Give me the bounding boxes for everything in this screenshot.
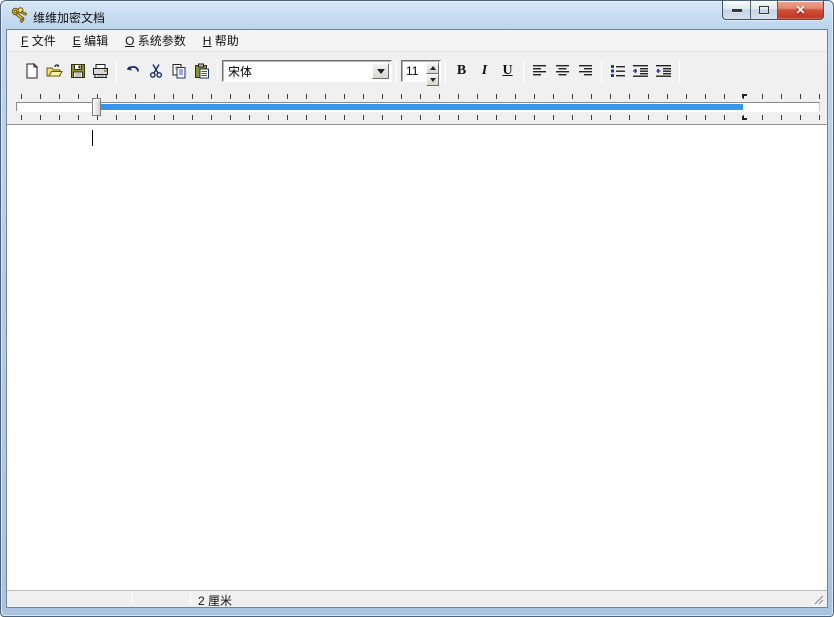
menu-bar: F 文件 E 编辑 O 系统参数 H 帮助	[7, 30, 827, 52]
right-margin-mark-top	[742, 94, 747, 98]
toolbar-separator	[523, 59, 524, 83]
app-window: 维维加密文档 ✕ F 文件 E 编辑 O 系统参数 H 帮助 宋体 11 B I…	[0, 0, 834, 617]
print-icon	[93, 64, 108, 78]
align-center-icon	[555, 65, 569, 76]
toolbar-separator	[217, 59, 218, 83]
font-family-select[interactable]: 宋体	[222, 60, 392, 82]
italic-button[interactable]: I	[473, 59, 496, 83]
italic-icon: I	[481, 63, 488, 78]
maximize-button[interactable]	[751, 1, 778, 20]
new-document-icon	[26, 63, 38, 79]
underline-button[interactable]: U	[496, 59, 519, 83]
status-panel-divider	[132, 593, 133, 605]
ruler-track	[16, 102, 820, 111]
indent-icon	[633, 65, 648, 77]
status-panel-divider	[190, 593, 191, 605]
copy-icon	[172, 64, 185, 79]
menu-system-params[interactable]: O 系统参数	[118, 30, 193, 52]
bullet-list-icon	[610, 65, 625, 77]
ruler-ticks-top	[16, 94, 820, 99]
minimize-icon	[731, 8, 742, 12]
bullet-list-button[interactable]	[606, 59, 629, 83]
print-button[interactable]	[89, 59, 112, 83]
toolbar-separator	[116, 59, 117, 83]
undo-icon	[126, 66, 139, 72]
menu-edit[interactable]: E 编辑	[66, 30, 115, 52]
menu-file[interactable]: F 文件	[14, 30, 63, 52]
indent-button[interactable]	[629, 59, 652, 83]
font-size-spinner[interactable]: 11	[401, 60, 441, 86]
title-bar[interactable]: 维维加密文档 ✕	[1, 1, 833, 29]
save-button[interactable]	[66, 59, 89, 83]
toolbar-separator	[601, 59, 602, 83]
menu-help[interactable]: H 帮助	[196, 30, 246, 52]
ruler-ticks-bottom	[16, 115, 820, 120]
outdent-icon	[656, 65, 671, 77]
align-right-icon	[578, 65, 592, 76]
align-left-icon	[532, 65, 546, 76]
keys-icon	[10, 6, 28, 24]
indent-marker-handle[interactable]	[92, 98, 101, 116]
open-file-button[interactable]	[43, 59, 66, 83]
outdent-button[interactable]	[652, 59, 675, 83]
align-right-button[interactable]	[574, 59, 597, 83]
align-center-button[interactable]	[551, 59, 574, 83]
new-document-button[interactable]	[20, 59, 43, 83]
text-caret	[92, 130, 93, 146]
client-area: F 文件 E 编辑 O 系统参数 H 帮助 宋体 11 B I U 2 厘米	[6, 29, 828, 608]
close-button[interactable]: ✕	[778, 1, 824, 20]
toolbar-separator	[679, 59, 680, 83]
window-title: 维维加密文档	[33, 11, 106, 25]
caption-buttons: ✕	[722, 1, 824, 20]
font-size-value: 11	[406, 64, 419, 78]
align-left-button[interactable]	[528, 59, 551, 83]
toolbar-separator	[396, 59, 397, 83]
status-position-text: 2 厘米	[198, 594, 233, 608]
undo-button[interactable]	[121, 59, 144, 83]
copy-button[interactable]	[167, 59, 190, 83]
font-size-down-button[interactable]	[426, 74, 439, 86]
document-edit-area[interactable]	[7, 124, 827, 590]
paste-button[interactable]	[190, 59, 213, 83]
save-icon	[70, 64, 85, 78]
font-family-dropdown-button[interactable]	[372, 63, 389, 79]
close-icon: ✕	[795, 3, 806, 17]
right-margin-mark-bottom	[742, 116, 747, 120]
cut-button[interactable]	[144, 59, 167, 83]
ruler	[7, 90, 827, 124]
status-bar: 2 厘米	[7, 590, 827, 607]
open-folder-icon	[46, 64, 63, 77]
toolbar-separator	[445, 59, 446, 83]
underline-icon: U	[502, 63, 513, 78]
maximize-icon	[759, 6, 769, 14]
cut-icon	[149, 64, 162, 78]
font-family-value: 宋体	[228, 64, 253, 79]
font-size-up-button[interactable]	[426, 62, 439, 74]
resize-grip[interactable]	[812, 593, 825, 606]
minimize-button[interactable]	[722, 1, 751, 20]
bold-button[interactable]: B	[450, 59, 473, 83]
ruler-active-region	[98, 104, 743, 110]
paste-icon	[194, 63, 209, 79]
toolbar: 宋体 11 B I U	[7, 52, 827, 90]
bold-icon: B	[456, 63, 467, 78]
